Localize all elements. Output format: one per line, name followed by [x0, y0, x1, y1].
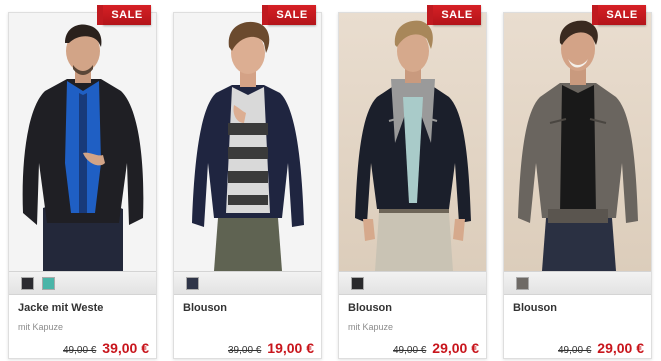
old-price: 49,00 € — [63, 345, 97, 356]
color-swatch-bar — [339, 271, 486, 295]
color-swatch-bar — [174, 271, 321, 295]
color-swatch[interactable] — [351, 277, 364, 290]
product-name[interactable]: Blouson — [513, 302, 557, 314]
product-subtitle: mit Kapuze — [18, 322, 64, 332]
color-swatch[interactable] — [516, 277, 529, 290]
old-price: 39,00 € — [228, 345, 262, 356]
color-swatch-bar — [504, 271, 651, 295]
color-swatch[interactable] — [186, 277, 199, 290]
product-name[interactable]: Blouson — [183, 302, 227, 314]
sale-price: 29,00 € — [432, 340, 479, 356]
color-swatch[interactable] — [21, 277, 34, 290]
product-name[interactable]: Jacke mit Weste — [18, 302, 103, 314]
old-price: 49,00 € — [393, 345, 427, 356]
product-card[interactable]: SALE Blouson 39,00 € 19,00 € — [173, 5, 322, 359]
sale-price: 19,00 € — [267, 340, 314, 356]
color-swatch-bar — [9, 271, 156, 295]
product-image[interactable] — [504, 13, 651, 271]
color-swatch[interactable] — [42, 277, 55, 290]
product-grid: SALE Jacke mit Weste mit Kapuze 49,00 € … — [0, 0, 661, 361]
model-photo — [192, 21, 304, 271]
sale-price: 29,00 € — [597, 340, 644, 356]
sale-badge: SALE — [592, 5, 646, 25]
product-card[interactable]: SALE Blouson 49,00 € 29,00 € — [503, 5, 652, 359]
product-image[interactable] — [339, 13, 486, 271]
product-card[interactable]: SALE Jacke mit Weste mit Kapuze 49,00 € … — [8, 5, 157, 359]
sale-badge: SALE — [97, 5, 151, 25]
model-photo — [355, 20, 471, 271]
product-card[interactable]: SALE Blouson mit Kapuze 49,00 € 29,00 € — [338, 5, 487, 359]
model-photo — [518, 20, 638, 271]
product-name[interactable]: Blouson — [348, 302, 392, 314]
product-image[interactable] — [174, 13, 321, 271]
old-price: 49,00 € — [558, 345, 592, 356]
sale-price: 39,00 € — [102, 340, 149, 356]
product-subtitle: mit Kapuze — [348, 322, 394, 332]
sale-badge: SALE — [262, 5, 316, 25]
sale-badge: SALE — [427, 5, 481, 25]
model-photo — [22, 24, 144, 271]
product-image[interactable] — [9, 13, 156, 271]
